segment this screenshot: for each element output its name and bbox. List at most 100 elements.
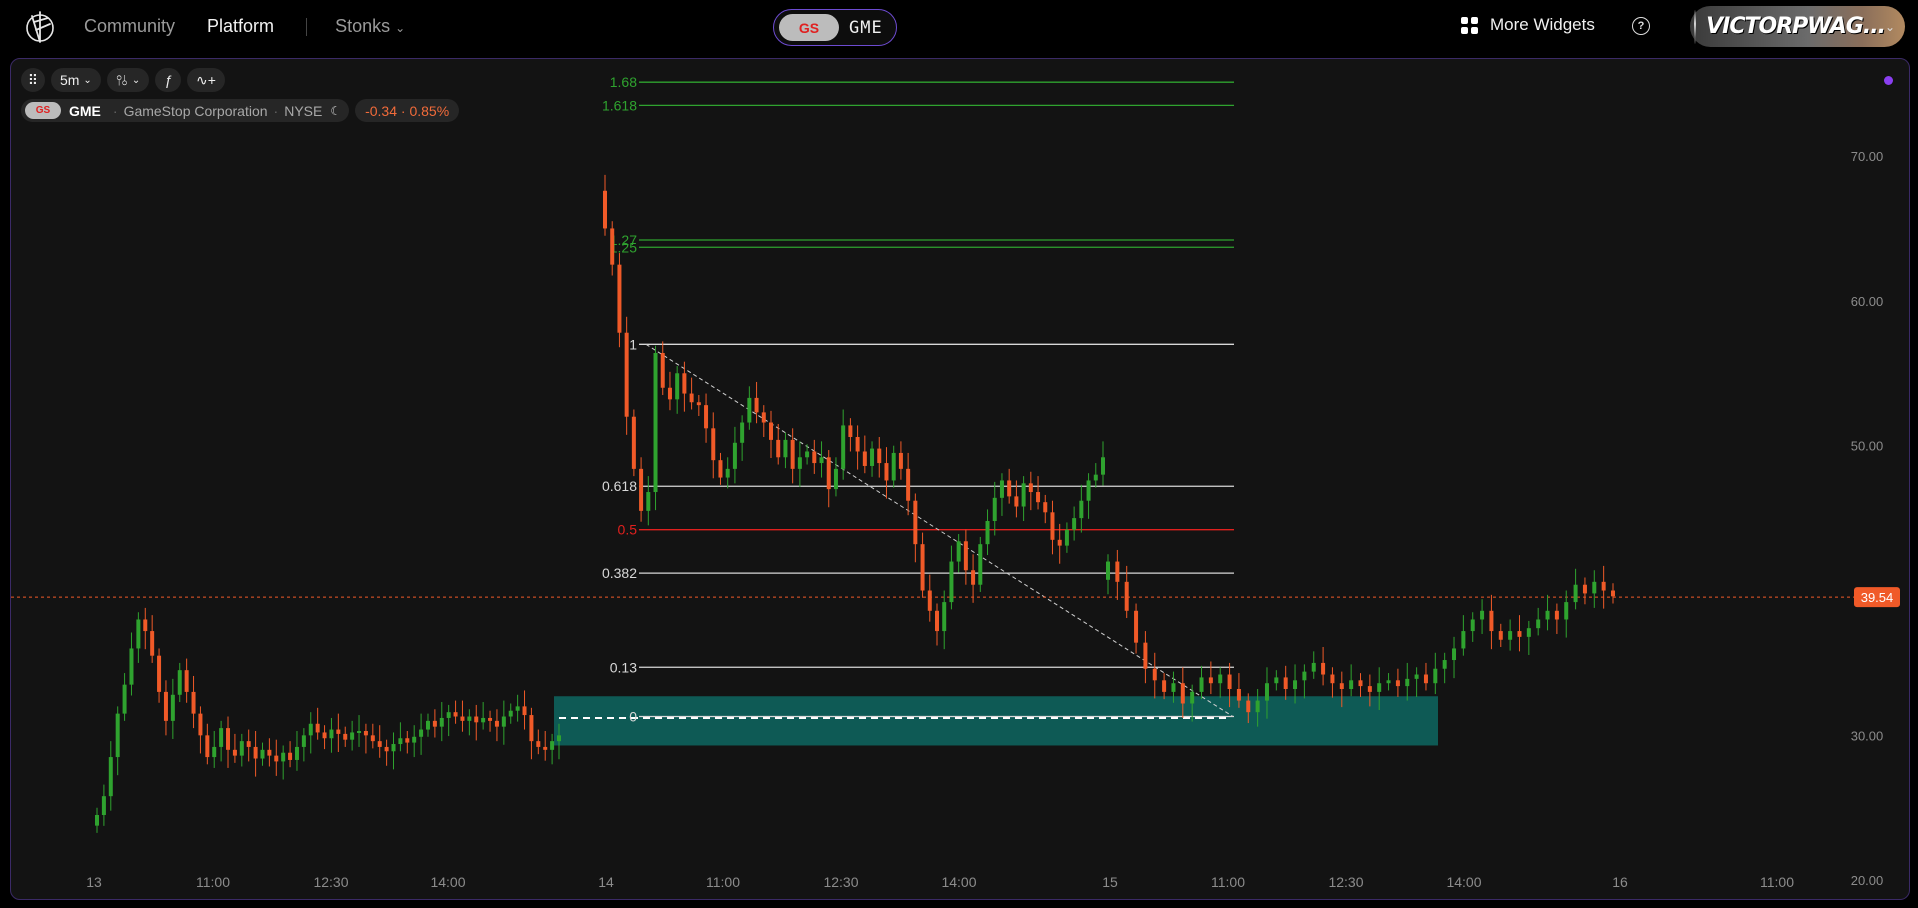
chart-type-button[interactable]: ⫯⫰ ⌄ <box>106 68 150 92</box>
candle-body <box>942 602 947 632</box>
separator-dot: · <box>112 102 118 119</box>
candle-body <box>336 729 341 734</box>
drag-handle-icon[interactable]: ⠿ <box>21 68 45 92</box>
candle-body <box>143 619 148 632</box>
instrument-exchange: NYSE <box>284 102 323 119</box>
nav-platform[interactable]: Platform <box>207 16 274 37</box>
candle-body <box>1093 474 1098 481</box>
candle-body <box>494 720 499 727</box>
candle-body <box>1072 518 1077 530</box>
candle-body <box>1545 610 1550 620</box>
nav-community[interactable]: Community <box>84 16 175 37</box>
candle-body <box>833 468 838 490</box>
candle-body <box>718 460 723 478</box>
candle-body <box>308 723 313 736</box>
candle-body <box>725 468 730 478</box>
timeframe-select[interactable]: 5m ⌄ <box>51 68 101 92</box>
candle-body <box>776 439 781 458</box>
candle-body <box>1498 631 1503 640</box>
candle-body <box>405 738 410 743</box>
candle-body <box>999 480 1004 498</box>
candle-body <box>398 738 403 745</box>
candle-body <box>1452 648 1457 661</box>
y-axis-tick-label: 20.00 <box>1851 873 1884 888</box>
x-axis-tick-label: 11:00 <box>1760 874 1794 890</box>
app-logo-icon[interactable] <box>22 8 58 46</box>
candle-body <box>529 715 534 742</box>
add-study-button[interactable]: ∿+ <box>187 68 225 92</box>
candle-body <box>754 397 759 413</box>
user-menu[interactable]: VICTORPWAG... ⌄ <box>1690 6 1905 47</box>
candle-body <box>848 425 853 437</box>
fib-level-label: 0.618 <box>602 478 637 494</box>
candle-body <box>906 468 911 501</box>
instrument-pill[interactable]: GS GME · GameStop Corporation · NYSE ☾ <box>21 99 350 122</box>
x-axis-tick-label: 12:30 <box>1328 874 1363 890</box>
candle-body <box>1367 686 1372 692</box>
chart-toolbar: ⠿ 5m ⌄ ⫯⫰ ⌄ ƒ ∿+ <box>21 68 225 92</box>
candle-body <box>1461 631 1466 649</box>
candle-body <box>624 332 629 417</box>
market-hours-icon: ☾ <box>330 103 342 118</box>
candle-body <box>898 452 903 469</box>
candle-body <box>913 500 918 545</box>
candle-body <box>1028 483 1033 493</box>
nav-stonks[interactable]: Stonks ⌄ <box>335 16 405 37</box>
indicators-button[interactable]: ƒ <box>155 68 181 92</box>
price-change: -0.34 · 0.85% <box>355 99 460 122</box>
candle-body <box>956 541 961 562</box>
more-widgets-label: More Widgets <box>1490 15 1595 34</box>
candle-body <box>1057 539 1062 546</box>
candle-body <box>150 631 155 656</box>
candle-body <box>667 387 672 400</box>
help-icon[interactable]: ? <box>1632 17 1650 35</box>
candle-body <box>783 439 788 458</box>
ticker-selector[interactable]: GS GME <box>773 9 897 46</box>
candle-body <box>682 373 687 394</box>
candle-body <box>826 457 831 490</box>
fib-level-label: 0 <box>629 709 637 725</box>
candle-body <box>732 442 737 469</box>
candle-body <box>253 746 258 759</box>
candle-body <box>501 716 506 727</box>
candle-body <box>819 457 824 464</box>
more-widgets-button[interactable]: More Widgets <box>1461 15 1595 35</box>
instrument-logo-badge: GS <box>25 102 61 119</box>
candle-body <box>1358 680 1363 687</box>
candle-body <box>267 749 272 756</box>
candle-body <box>184 670 189 692</box>
candle-body <box>122 684 127 714</box>
candle-body <box>603 190 607 229</box>
status-dot <box>1884 76 1893 85</box>
candle-body <box>129 648 134 685</box>
candle-body <box>1433 668 1438 684</box>
x-axis-tick-label: 11:00 <box>706 874 740 890</box>
timeframe-label: 5m <box>60 72 80 88</box>
chevron-down-icon: ⌄ <box>131 74 141 86</box>
candle-body <box>927 590 932 611</box>
candle-body <box>1115 561 1120 582</box>
candle-body <box>1489 610 1494 632</box>
candle-body <box>474 716 479 723</box>
price-chart[interactable]: 70.00 60.00 50.00 30.00 20.00 13 11:00 12:30 14:… <box>11 59 1909 899</box>
x-axis-tick-label: 13 <box>86 874 102 890</box>
nav-stonks-label: Stonks <box>335 16 391 36</box>
candle-body <box>935 610 939 632</box>
candle-body <box>660 353 665 388</box>
y-axis-tick-label: 30.00 <box>1851 728 1884 743</box>
y-axis-tick-label: 50.00 <box>1851 439 1884 454</box>
candle-body <box>1043 502 1048 513</box>
candle-body <box>1283 677 1288 689</box>
candle-body <box>239 741 244 756</box>
candle-body <box>812 451 817 464</box>
candle-body <box>391 744 396 752</box>
candle-body <box>315 723 320 733</box>
candle-body <box>617 264 622 333</box>
widgets-grid-icon <box>1461 16 1478 34</box>
candle-body <box>1601 581 1606 591</box>
candle-body <box>343 733 348 740</box>
candle-body <box>1208 677 1213 684</box>
candle-body <box>384 746 389 752</box>
fib-level-label: 1.618 <box>602 97 637 113</box>
candle-body <box>1321 662 1326 675</box>
